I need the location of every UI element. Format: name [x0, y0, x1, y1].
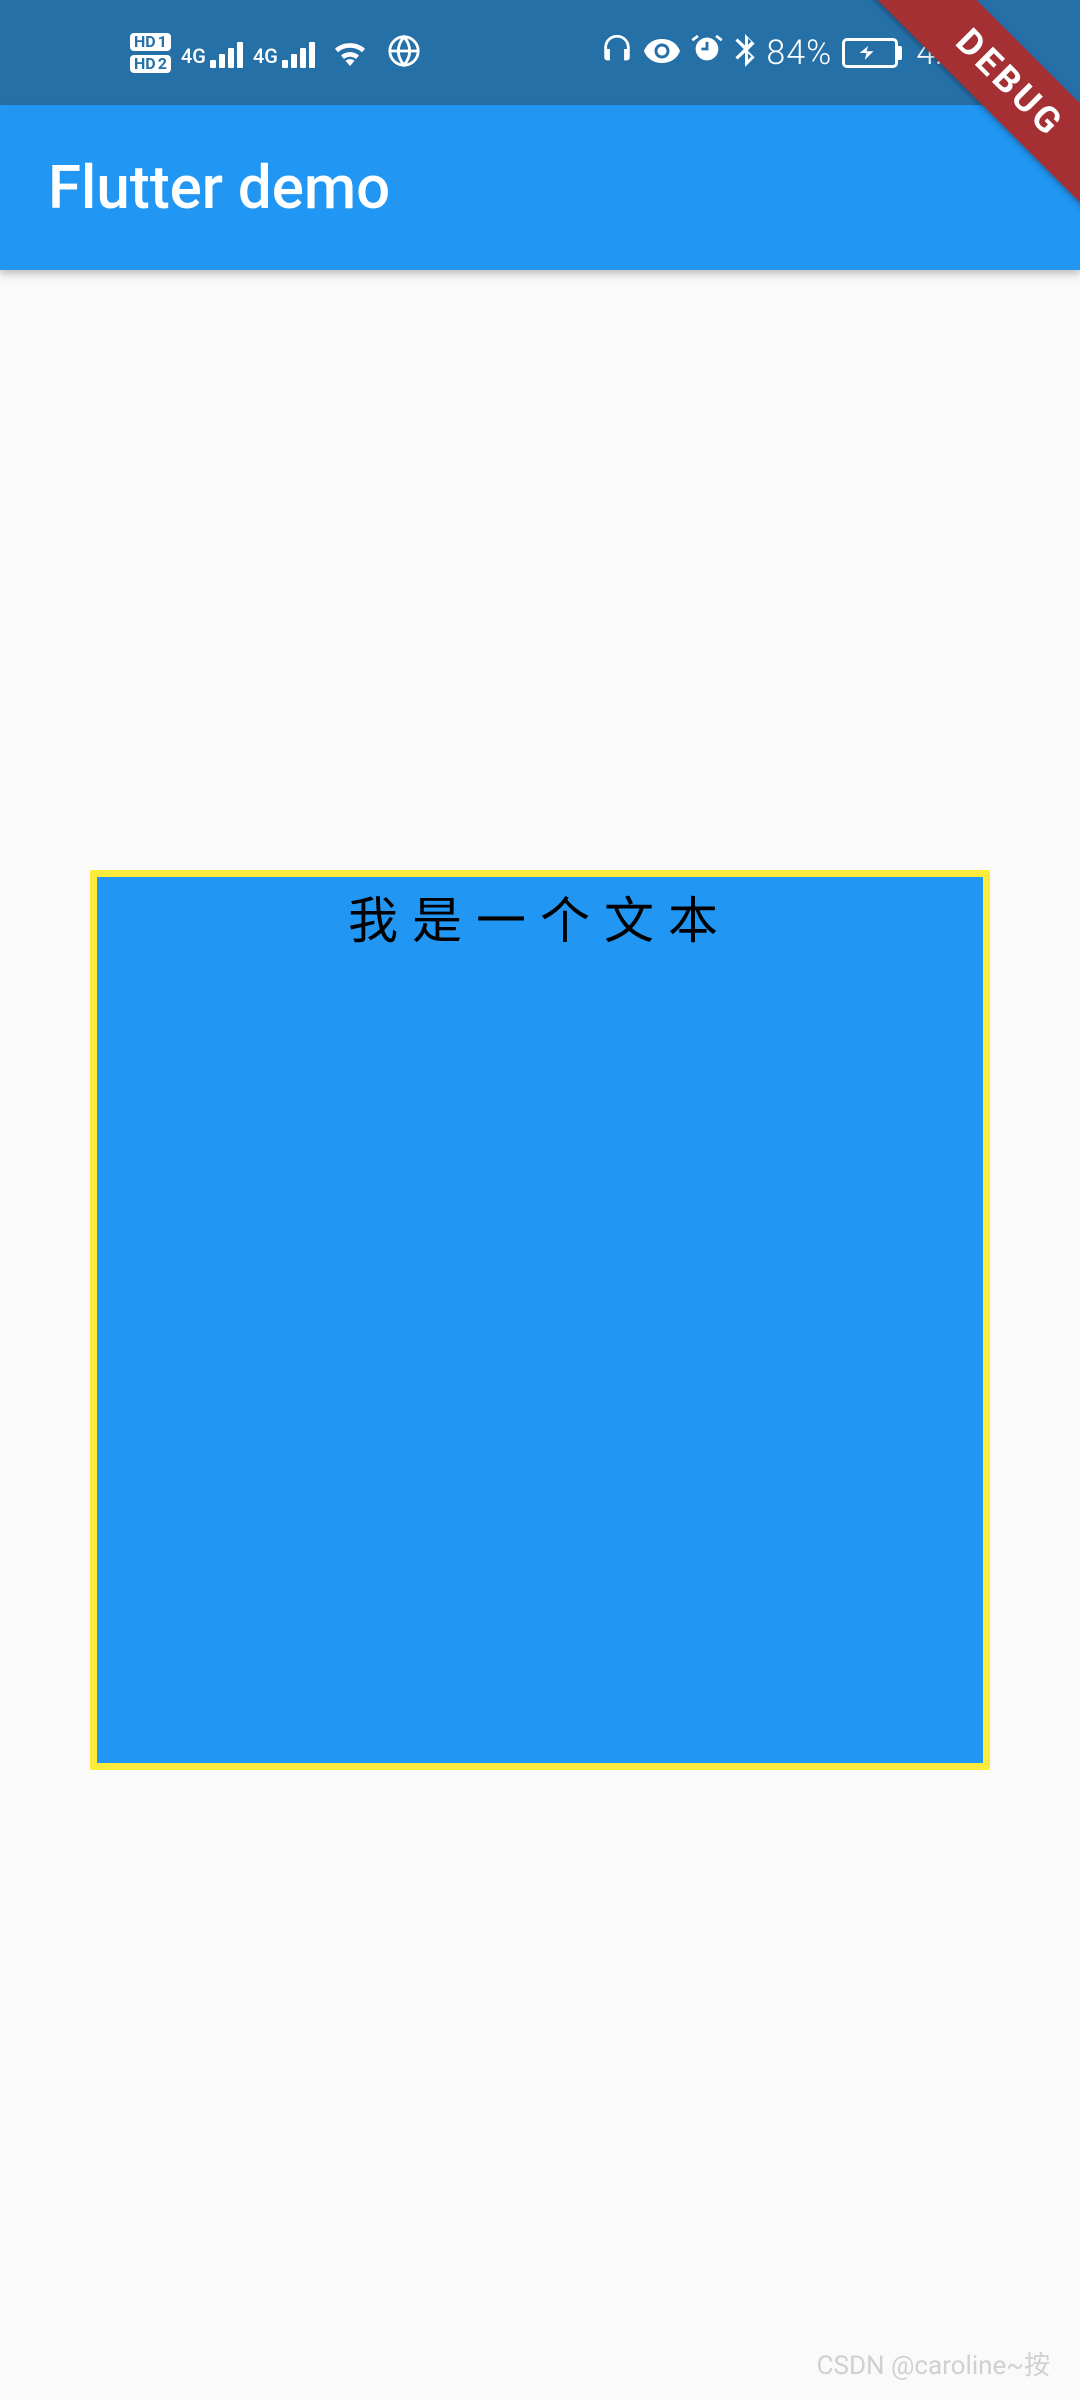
app-bar: Flutter demo — [0, 105, 1080, 270]
hd2-badge: HD 2 — [130, 55, 171, 73]
headphones-icon — [600, 32, 634, 74]
alarm-icon — [690, 32, 724, 74]
status-left: HD 1 HD 2 4G 4G — [130, 33, 421, 73]
hd-badges: HD 1 HD 2 — [130, 33, 171, 73]
signal-2: 4G — [253, 38, 315, 68]
content-box-text: 我是一个文本 — [348, 881, 732, 953]
content-box: 我是一个文本 — [90, 870, 990, 1770]
eye-icon — [644, 34, 680, 72]
hd1-badge: HD 1 — [130, 33, 171, 51]
app-title: Flutter demo — [48, 152, 390, 223]
bluetooth-icon — [734, 31, 756, 75]
wifi-icon — [331, 36, 369, 70]
watermark: CSDN @caroline~按 — [817, 2345, 1050, 2382]
signal-bars-icon — [282, 38, 315, 68]
signal-1: 4G — [181, 38, 243, 68]
battery-icon — [842, 38, 902, 68]
signal-bars-icon — [210, 38, 243, 68]
body-area: 我是一个文本 — [0, 270, 1080, 2400]
globe-icon — [387, 34, 421, 72]
signal-1-label: 4G — [181, 44, 206, 68]
signal-2-label: 4G — [253, 44, 278, 68]
battery-percent: 84% — [766, 33, 832, 73]
